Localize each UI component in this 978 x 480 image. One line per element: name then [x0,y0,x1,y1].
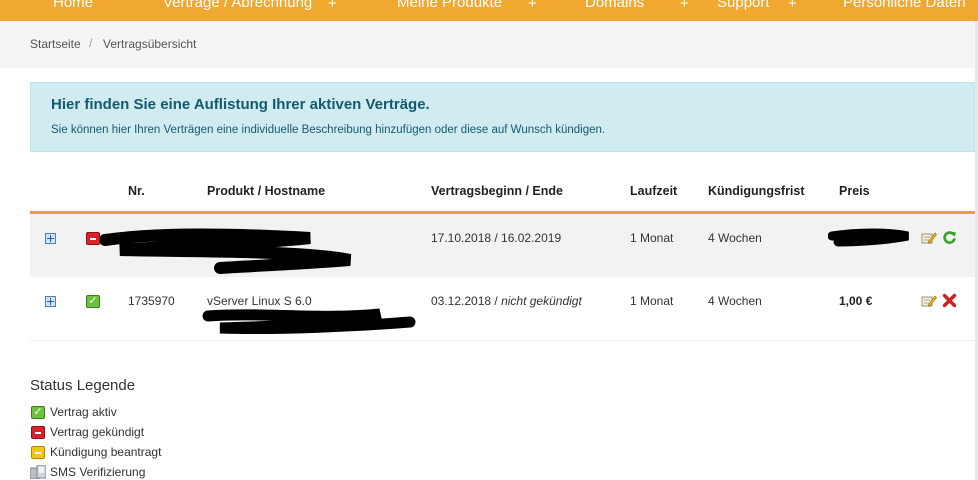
nav-produkte-expand-icon[interactable]: + [528,0,537,12]
nav-persoenliche-daten[interactable]: Persönliche Daten [843,0,966,11]
col-header-product: Produkt / Hostname [207,184,326,198]
info-text: Sie können hier Ihren Verträgen eine ind… [51,124,606,136]
cancel-contract-icon[interactable] [942,293,957,308]
row-nr: 1735970 [128,294,175,308]
row-price: 1,00 € [839,294,873,308]
legend-cancelled-icon [31,426,45,439]
nav-produkte[interactable]: Meine Produkte [397,0,502,11]
nav-support-expand-icon[interactable]: + [788,0,797,12]
legend-requested-icon [31,446,45,459]
edit-description-icon[interactable] [921,293,937,308]
info-alert: Hier finden Sie eine Auflistung Ihrer ak… [30,82,975,152]
expand-row-icon[interactable] [45,296,56,307]
row-period-end: nicht gekündigt [501,294,582,308]
table-row [30,277,975,341]
nav-vertraege[interactable]: Verträge / Abrechnung [163,0,312,11]
breadcrumb-home-link[interactable]: Startseite [30,37,81,51]
row-period: 17.10.2018 / 16.02.2019 [431,231,562,245]
edit-description-icon[interactable] [921,230,937,245]
row-term: 1 Monat [630,294,674,308]
col-header-term: Laufzeit [630,184,678,198]
nav-domains-expand-icon[interactable]: + [680,0,689,12]
row-notice: 4 Wochen [708,294,762,308]
redacted-price-scribble [828,228,909,247]
breadcrumb-separator: / [89,36,93,50]
redacted-product-scribble [100,228,352,274]
col-header-nr: Nr. [128,184,145,198]
col-header-period: Vertragsbeginn / Ende [431,184,563,198]
breadcrumb-current: Vertragsübersicht [103,37,197,51]
legend-item-sms: SMS Verifizierung [50,465,146,479]
legend-title: Status Legende [30,377,136,394]
nav-domains[interactable]: Domains [585,0,644,11]
legend-item-requested: Kündigung beantragt [50,445,162,459]
info-title: Hier finden Sie eine Auflistung Ihrer ak… [51,96,430,113]
legend-item-active: Vertrag aktiv [50,405,117,419]
row-period: 03.12.2018 / nicht gekündigt [431,294,582,308]
nav-home[interactable]: Home [53,0,93,11]
nav-vertraege-expand-icon[interactable]: + [328,0,337,12]
renew-contract-icon[interactable] [942,230,957,245]
row-term: 1 Monat [630,231,674,245]
top-navigation: Home Verträge / Abrechnung + Meine Produ… [0,0,978,21]
legend-item-cancelled: Vertrag gekündigt [50,425,145,439]
status-active-icon: ✓ [86,295,100,308]
status-cancelled-icon [86,232,100,245]
legend-active-icon: ✓ [31,406,45,419]
sms-phone-icon [30,465,46,479]
col-header-notice: Kündigungsfrist [708,184,805,198]
expand-row-icon[interactable] [45,233,56,244]
row-notice: 4 Wochen [708,231,762,245]
redacted-hostname-scribble [202,308,416,335]
nav-support[interactable]: Support [717,0,770,11]
col-header-price: Preis [839,184,870,198]
